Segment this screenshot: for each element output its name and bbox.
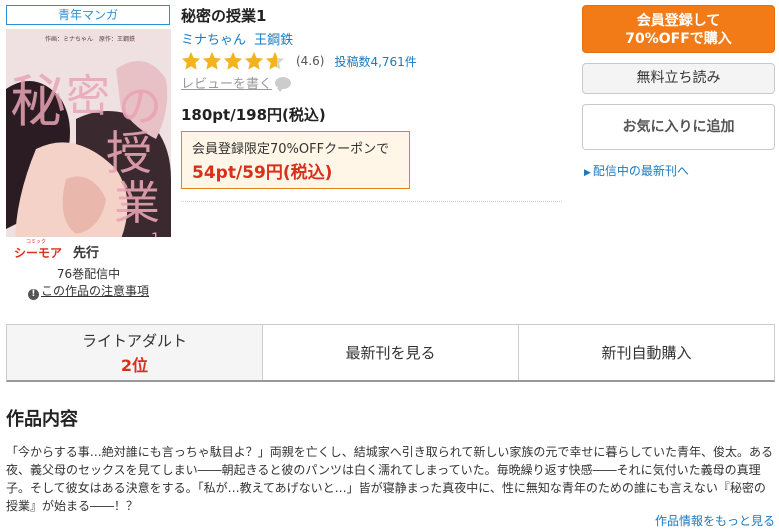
author-list: ミナちゃん 王鋼鉄 (181, 29, 297, 48)
review-count-link[interactable]: 投稿数4,761件 (334, 53, 416, 70)
coupon-label: 会員登録限定70%OFFクーポンで (192, 142, 390, 157)
tab-latest-label: 最新刊を見る (345, 344, 436, 362)
cover-title-char: 秘 (10, 70, 66, 135)
cover-title-char: の (118, 81, 162, 132)
cover-badge-small: コミック (26, 239, 46, 245)
description: 「今からする事…絶対誰にも言っちゃ駄目よ？」両親を亡くし、結城家へ引き取られて新… (6, 445, 774, 513)
volume-count: 76巻配信中 (56, 267, 121, 281)
star-icon (224, 52, 242, 70)
star-icon (182, 52, 200, 70)
cover-title-char: 業 (114, 176, 160, 230)
cover-badge-brand: シーモア (14, 246, 62, 260)
register-button-line2: 70%OFFで購入 (625, 31, 732, 47)
star-icon (245, 52, 263, 70)
latest-volume-link[interactable]: ▶ 配信中の最新刊へ (584, 162, 689, 179)
cover-image[interactable]: 作画：ミナちゃん 原作：王鋼鉄 秘 密 の 授 業 1 コミック シーモア 先行 (6, 29, 171, 261)
comment-bubble-icon (275, 76, 292, 92)
cover-badge-tag: 先行 (73, 245, 99, 261)
author-link[interactable]: 王鋼鉄 (254, 33, 293, 48)
price: 180pt/198円(税込) (181, 106, 326, 124)
ranking-category: ライトアダルト (81, 331, 187, 350)
tab-auto-purchase-label: 新刊自動購入 (601, 344, 692, 362)
write-review-label: レビューを書く (181, 77, 273, 92)
star-rating (181, 51, 286, 71)
latest-volume-label: 配信中の最新刊へ (592, 164, 689, 178)
author-link[interactable]: ミナちゃん (181, 33, 246, 48)
rating-row: (4.6) 投稿数4,761件 (181, 50, 417, 72)
cover-title-char: 授 (106, 126, 152, 180)
section-title: 作品内容 (6, 409, 78, 430)
write-review-link[interactable]: レビューを書く (181, 73, 292, 92)
register-buy-button[interactable]: 会員登録して 70%OFFで購入 (582, 5, 775, 53)
tab-auto-purchase[interactable]: 新刊自動購入 (519, 325, 774, 380)
tab-latest-volume[interactable]: 最新刊を見る (263, 325, 519, 380)
more-info-link[interactable]: 作品情報をもっと見る (655, 512, 775, 529)
triangle-right-icon: ▶ (584, 168, 591, 178)
genre-tag[interactable]: 青年マンガ (6, 5, 170, 25)
coupon-box: 会員登録限定70%OFFクーポンで 54pt/59円(税込) (181, 131, 410, 189)
info-icon: ! (27, 289, 39, 300)
caution-link[interactable]: ! この作品の注意事項 (6, 282, 171, 300)
cover-credit: 作画：ミナちゃん 原作：王鋼鉄 (45, 35, 135, 43)
register-button-line1: 会員登録して (636, 13, 721, 29)
add-favorite-button[interactable]: お気に入りに追加 (582, 104, 775, 150)
divider (181, 201, 562, 202)
cover-title-char: 密 (66, 71, 110, 122)
caution-link-label: この作品の注意事項 (40, 284, 149, 298)
action-tabs: ライトアダルト 2位 最新刊を見る 新刊自動購入 (6, 324, 775, 382)
tab-ranking[interactable]: ライトアダルト 2位 (7, 325, 263, 380)
product-title: 秘密の授業1 (181, 7, 267, 25)
star-icon (203, 52, 221, 70)
free-preview-button[interactable]: 無料立ち読み (582, 63, 775, 94)
star-icon (266, 52, 284, 70)
rating-value: (4.6) (296, 54, 325, 68)
ranking-position: 2位 (120, 355, 149, 375)
coupon-price: 54pt/59円(税込) (192, 163, 333, 183)
